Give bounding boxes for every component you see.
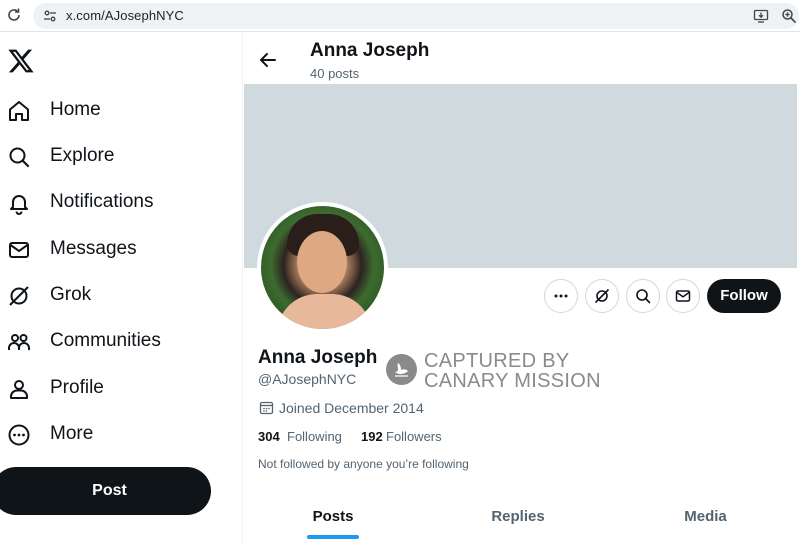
install-app-icon[interactable] [753, 8, 769, 24]
sidebar-item-home[interactable]: Home [0, 91, 230, 131]
person-icon [10, 380, 28, 399]
mutual-followers-note: Not followed by anyone you’re following [258, 457, 469, 471]
sidebar-item-more[interactable]: More [0, 415, 230, 455]
browser-toolbar: x.com/AJosephNYC [0, 0, 800, 32]
canary-bird-icon [395, 363, 408, 377]
tab-label: Replies [491, 508, 545, 525]
sidebar-item-label: Home [50, 99, 101, 120]
sidebar-item-label: Explore [50, 145, 115, 166]
sidebar-item-label: More [50, 423, 94, 444]
sidebar-item-grok[interactable]: Grok [0, 276, 230, 316]
page-title: Anna Joseph [310, 40, 430, 61]
avatar-face [297, 231, 347, 293]
grok-icon [9, 286, 29, 306]
search-icon [9, 147, 30, 168]
tab-label: Media [684, 508, 727, 525]
active-tab-indicator [307, 535, 359, 539]
back-arrow-icon[interactable] [258, 50, 278, 70]
canary-mission-logo [386, 354, 417, 385]
envelope-icon [9, 242, 29, 258]
followers-link[interactable]: Followers [386, 429, 442, 444]
grok-icon [594, 288, 610, 304]
followers-count[interactable]: 192 [361, 429, 383, 444]
home-icon [9, 101, 29, 121]
profile-name: Anna Joseph [258, 347, 378, 368]
avatar[interactable] [257, 202, 388, 333]
following-link[interactable]: Following [287, 429, 342, 444]
sidebar-item-explore[interactable]: Explore [0, 137, 230, 177]
post-count: 40 posts [310, 66, 360, 81]
search-profile-button[interactable] [626, 279, 660, 313]
people-icon [8, 334, 30, 350]
sidebar-item-messages[interactable]: Messages [0, 230, 230, 270]
site-info-icon[interactable] [43, 9, 57, 23]
url-text[interactable]: x.com/AJosephNYC [66, 8, 184, 23]
sidebar-item-notifications[interactable]: Notifications [0, 183, 230, 223]
sidebar-item-label: Communities [50, 330, 161, 351]
calendar-icon [259, 401, 274, 415]
profile-handle: @AJosephNYC [258, 371, 357, 387]
x-logo-icon[interactable] [7, 47, 35, 75]
grok-button[interactable] [585, 279, 619, 313]
sidebar-nav: Home Explore Notifications Messages Grok [0, 33, 243, 546]
follow-button[interactable]: Follow [707, 279, 781, 313]
sidebar-item-label: Profile [50, 377, 104, 398]
zoom-icon[interactable] [781, 8, 797, 24]
joined-date: Joined December 2014 [279, 400, 424, 416]
reload-icon[interactable] [6, 7, 22, 23]
sidebar-item-label: Messages [50, 238, 137, 259]
sidebar-item-communities[interactable]: Communities [0, 322, 230, 362]
post-button[interactable]: Post [0, 467, 211, 515]
watermark-text: CANARY MISSION [424, 370, 601, 392]
message-button[interactable] [666, 279, 700, 313]
profile-main: Anna Joseph 40 posts Follow Anna Joseph [244, 33, 800, 546]
tab-media[interactable]: Media [614, 498, 797, 546]
sidebar-item-label: Grok [50, 284, 92, 305]
avatar-shoulders [277, 294, 372, 329]
more-options-button[interactable] [544, 279, 578, 313]
tab-label: Posts [312, 508, 354, 525]
address-bar[interactable]: x.com/AJosephNYC [33, 3, 799, 29]
more-circle-icon [8, 424, 30, 446]
following-count[interactable]: 304 [258, 429, 280, 444]
search-icon [636, 289, 651, 304]
bell-icon [10, 195, 28, 215]
sidebar-item-profile[interactable]: Profile [0, 369, 230, 409]
envelope-icon [675, 290, 691, 302]
sidebar-item-label: Notifications [50, 191, 154, 212]
ellipsis-icon [554, 294, 568, 298]
tab-replies[interactable]: Replies [422, 498, 614, 546]
